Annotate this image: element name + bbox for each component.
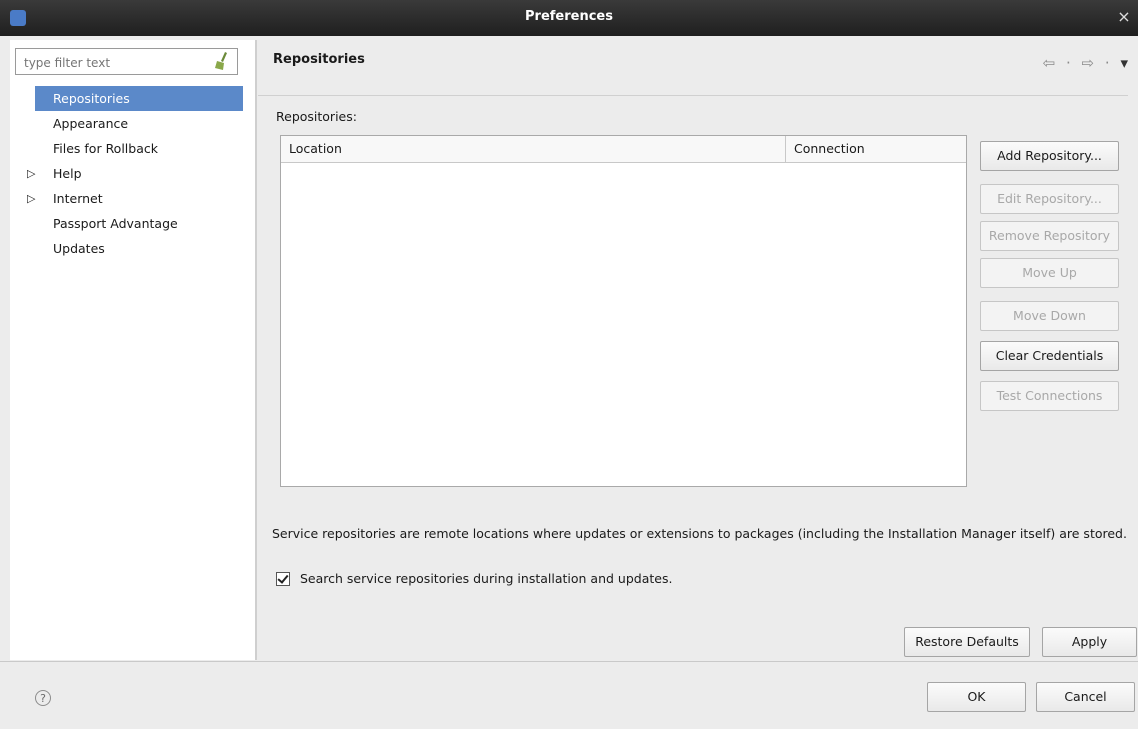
tree-item-label: Help bbox=[53, 166, 82, 181]
page-divider bbox=[258, 95, 1128, 96]
page-navigation: ⇦ · ⇨ · ▾ bbox=[1037, 54, 1128, 72]
tree-item-help[interactable]: ▷ Help bbox=[15, 161, 243, 186]
edit-repository-button[interactable]: Edit Repository... bbox=[980, 184, 1119, 214]
back-arrow-icon[interactable]: ⇦ bbox=[1043, 54, 1056, 72]
search-service-repositories-option[interactable]: Search service repositories during insta… bbox=[276, 571, 672, 586]
apply-button[interactable]: Apply bbox=[1042, 627, 1137, 657]
tree-item-updates[interactable]: Updates bbox=[15, 236, 243, 261]
checkbox-label[interactable]: Search service repositories during insta… bbox=[300, 571, 672, 586]
tree-item-repositories[interactable]: Repositories bbox=[35, 86, 243, 111]
repositories-description: Service repositories are remote location… bbox=[272, 526, 1127, 541]
view-menu-icon[interactable]: ▾ bbox=[1120, 54, 1128, 72]
expand-arrow-icon[interactable]: ▷ bbox=[27, 161, 35, 186]
tree-item-internet[interactable]: ▷ Internet bbox=[15, 186, 243, 211]
tree-item-label: Updates bbox=[53, 241, 105, 256]
forward-arrow-icon[interactable]: ⇨ bbox=[1082, 54, 1095, 72]
test-connections-button[interactable]: Test Connections bbox=[980, 381, 1119, 411]
title-bar: Preferences × bbox=[0, 0, 1138, 36]
window-title: Preferences bbox=[525, 9, 613, 24]
search-service-repositories-checkbox[interactable] bbox=[276, 571, 290, 586]
back-dropdown-dot[interactable]: · bbox=[1066, 54, 1071, 72]
tree-item-label: Files for Rollback bbox=[53, 141, 158, 156]
column-header-connection[interactable]: Connection bbox=[786, 136, 966, 162]
preferences-tree: Repositories Appearance Files for Rollba… bbox=[15, 86, 243, 261]
page-title: Repositories bbox=[273, 52, 365, 67]
restore-defaults-button[interactable]: Restore Defaults bbox=[904, 627, 1030, 657]
close-icon[interactable]: × bbox=[1114, 7, 1134, 26]
tree-item-label: Appearance bbox=[53, 116, 129, 131]
tree-item-label: Repositories bbox=[53, 91, 130, 106]
move-up-button[interactable]: Move Up bbox=[980, 258, 1119, 288]
tree-item-passport-advantage[interactable]: Passport Advantage bbox=[15, 211, 243, 236]
remove-repository-button[interactable]: Remove Repository bbox=[980, 221, 1119, 251]
clear-credentials-button[interactable]: Clear Credentials bbox=[980, 341, 1119, 371]
tree-item-label: Internet bbox=[53, 191, 103, 206]
cancel-button[interactable]: Cancel bbox=[1036, 682, 1135, 712]
tree-item-appearance[interactable]: Appearance bbox=[15, 111, 243, 136]
move-down-button[interactable]: Move Down bbox=[980, 301, 1119, 331]
clear-filter-icon[interactable] bbox=[215, 52, 229, 70]
tree-item-label: Passport Advantage bbox=[53, 216, 178, 231]
add-repository-button[interactable]: Add Repository... bbox=[980, 141, 1119, 171]
column-header-location[interactable]: Location bbox=[281, 136, 786, 162]
filter-field[interactable] bbox=[15, 48, 238, 75]
sash-divider[interactable] bbox=[256, 40, 257, 660]
expand-arrow-icon[interactable]: ▷ bbox=[27, 186, 35, 211]
tree-item-files-for-rollback[interactable]: Files for Rollback bbox=[15, 136, 243, 161]
table-header: Location Connection bbox=[281, 136, 966, 163]
ok-button[interactable]: OK bbox=[927, 682, 1026, 712]
forward-dropdown-dot[interactable]: · bbox=[1105, 54, 1110, 72]
repositories-label: Repositories: bbox=[276, 109, 357, 124]
help-icon[interactable]: ? bbox=[35, 690, 51, 706]
repositories-table[interactable]: Location Connection bbox=[280, 135, 967, 487]
footer-divider bbox=[0, 661, 1138, 662]
filter-input[interactable] bbox=[22, 50, 206, 75]
